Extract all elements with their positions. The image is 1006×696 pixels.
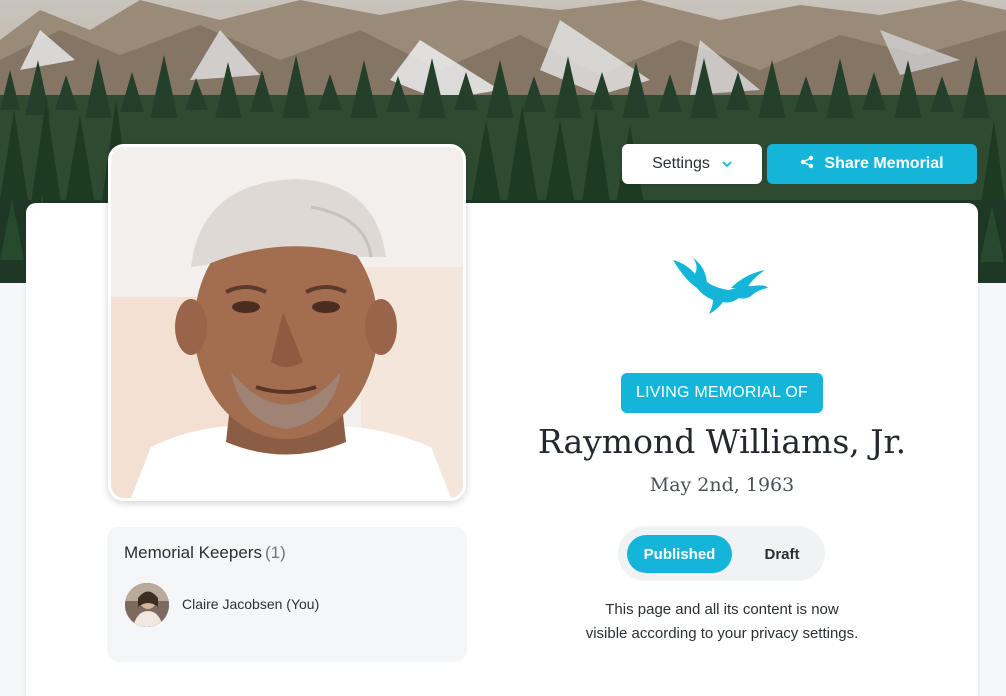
chevron-down-icon (722, 159, 732, 171)
share-memorial-button[interactable]: Share Memorial (767, 144, 977, 184)
living-memorial-badge: LIVING MEMORIAL OF (621, 373, 823, 413)
draft-option[interactable]: Draft (746, 535, 818, 573)
share-label: Share Memorial (824, 155, 944, 172)
settings-button[interactable]: Settings (622, 144, 762, 184)
status-line-2: visible according to your privacy settin… (585, 625, 859, 642)
memorial-name: Raymond Williams, Jr. (537, 422, 907, 461)
keepers-title: Memorial Keepers (124, 543, 262, 562)
eagle-icon (669, 256, 769, 320)
memorial-keepers-panel: Memorial Keepers (1) Claire Jacobsen (You… (107, 527, 467, 662)
avatar[interactable] (125, 583, 169, 627)
settings-label: Settings (652, 155, 710, 172)
memorial-portrait (108, 144, 466, 501)
keepers-heading: Memorial Keepers (1) (124, 543, 286, 563)
publish-status-toggle: Published Draft (618, 526, 825, 581)
keeper-name[interactable]: Claire Jacobsen (You) (182, 596, 319, 612)
share-icon (800, 155, 814, 174)
status-line-1: This page and all its content is now (605, 601, 839, 618)
status-description: This page and all its content is now vis… (522, 598, 922, 646)
memorial-date: May 2nd, 1963 (649, 474, 795, 496)
keepers-count: (1) (264, 543, 286, 562)
published-option[interactable]: Published (627, 535, 732, 573)
